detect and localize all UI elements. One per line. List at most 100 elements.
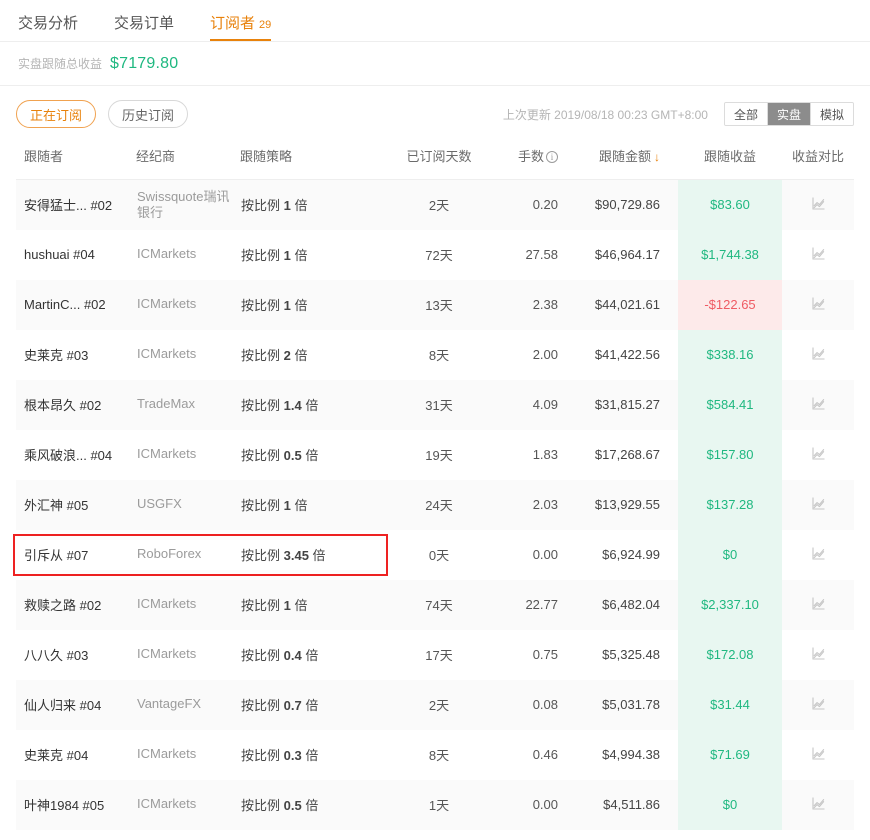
cell-profit-comparison[interactable] [782, 329, 854, 380]
cell-follower[interactable]: 八八久 #03 [16, 629, 136, 680]
line-chart-icon[interactable] [811, 546, 826, 564]
cell-subscribed-days: 8天 [388, 729, 490, 780]
line-chart-icon[interactable] [811, 246, 826, 264]
table-row[interactable]: 史莱克 #04 ICMarkets 按比例 0.3 倍 8天 0.46 $4,994.38… [16, 729, 854, 780]
cell-follow-amount: $6,924.99 [568, 529, 678, 580]
header-subscribed-days[interactable]: 已订阅天数 [388, 142, 490, 180]
table-row[interactable]: hushuai #04 ICMarkets 按比例 1 倍 72天 27.58 $46,9… [16, 229, 854, 280]
total-profit-label: 实盘跟随总收益 [18, 57, 103, 71]
info-icon[interactable]: i [546, 151, 558, 163]
cell-follow-amount: $4,994.38 [568, 729, 678, 780]
line-chart-icon[interactable] [811, 596, 826, 614]
cell-follow-profit: $172.08 [678, 629, 782, 680]
line-chart-icon[interactable] [811, 646, 826, 664]
tab-trade-analysis[interactable]: 交易分析 [18, 16, 78, 41]
subscribers-table: 跟随者 经纪商 跟随策略 已订阅天数 手数 i 跟随金额 ↓ 跟随收益 收益对比 安… [16, 142, 854, 830]
cell-follow-amount: $90,729.86 [568, 179, 678, 230]
table-row[interactable]: 叶神1984 #05 ICMarkets 按比例 0.5 倍 1天 0.00 $4,511… [16, 779, 854, 830]
line-chart-icon[interactable] [811, 346, 826, 364]
filter-pill-history-subscriptions[interactable]: 历史订阅 [108, 100, 189, 128]
table-row[interactable]: MartinC... #02 ICMarkets 按比例 1 倍 13天 2.38 $44… [16, 279, 854, 330]
cell-follower[interactable]: 乘风破浪... #04 [16, 429, 136, 480]
cell-profit-comparison[interactable] [782, 229, 854, 280]
line-chart-icon[interactable] [811, 796, 826, 814]
line-chart-icon[interactable] [811, 396, 826, 414]
cell-follower[interactable]: 引斥从 #07 [16, 529, 136, 580]
table-row[interactable]: 引斥从 #07 RoboForex 按比例 3.45 倍 0天 0.00 $6,924.9… [16, 529, 854, 580]
cell-profit-comparison[interactable] [782, 429, 854, 480]
cell-follow-profit: -$122.65 [678, 279, 782, 330]
segment-live[interactable]: 实盘 [767, 103, 811, 125]
cell-broker: USGFX [136, 479, 240, 530]
cell-follower[interactable]: MartinC... #02 [16, 279, 136, 330]
cell-follower[interactable]: 史莱克 #03 [16, 329, 136, 380]
line-chart-icon[interactable] [811, 496, 826, 514]
cell-follower[interactable]: 仙人归来 #04 [16, 679, 136, 730]
line-chart-icon[interactable] [811, 696, 826, 714]
header-broker[interactable]: 经纪商 [136, 142, 240, 180]
cell-broker: ICMarkets [136, 229, 240, 280]
cell-follower[interactable]: 叶神1984 #05 [16, 779, 136, 830]
line-chart-icon[interactable] [811, 446, 826, 464]
header-follower[interactable]: 跟随者 [16, 142, 136, 180]
header-follow-profit[interactable]: 跟随收益 [678, 142, 782, 180]
line-chart-icon[interactable] [811, 196, 826, 214]
cell-follow-amount: $44,021.61 [568, 279, 678, 330]
header-lots-label: 手数 [517, 149, 544, 164]
cell-strategy: 按比例 0.5 倍 [240, 429, 388, 480]
cell-profit-comparison[interactable] [782, 579, 854, 630]
filter-pill-active-subscriptions[interactable]: 正在订阅 [16, 100, 97, 128]
cell-broker: Swissquote瑞讯银行 [136, 179, 240, 230]
cell-follow-amount: $13,929.55 [568, 479, 678, 530]
header-strategy[interactable]: 跟随策略 [240, 142, 388, 180]
cell-follower[interactable]: 根本昂久 #02 [16, 379, 136, 430]
table-row[interactable]: 安得猛士... #02 Swissquote瑞讯银行 按比例 1 倍 2天 0.20 $9… [16, 179, 854, 230]
table-row[interactable]: 八八久 #03 ICMarkets 按比例 0.4 倍 17天 0.75 $5,325.4… [16, 629, 854, 680]
cell-profit-comparison[interactable] [782, 629, 854, 680]
cell-follower[interactable]: 外汇神 #05 [16, 479, 136, 530]
cell-profit-comparison[interactable] [782, 529, 854, 580]
cell-strategy: 按比例 0.5 倍 [240, 779, 388, 830]
cell-follow-amount: $31,815.27 [568, 379, 678, 430]
tab-subscribers-count: 29 [259, 19, 272, 31]
table-row[interactable]: 史莱克 #03 ICMarkets 按比例 2 倍 8天 2.00 $41,422.56 $… [16, 329, 854, 380]
cell-subscribed-days: 2天 [388, 679, 490, 730]
table-row[interactable]: 救赎之路 #02 ICMarkets 按比例 1 倍 74天 22.77 $6,482.0… [16, 579, 854, 630]
cell-follower[interactable]: 救赎之路 #02 [16, 579, 136, 630]
cell-profit-comparison[interactable] [782, 479, 854, 530]
sort-descending-icon[interactable]: ↓ [654, 150, 660, 164]
table-row[interactable]: 乘风破浪... #04 ICMarkets 按比例 0.5 倍 19天 1.83 $17,… [16, 429, 854, 480]
cell-profit-comparison[interactable] [782, 379, 854, 430]
cell-follower[interactable]: hushuai #04 [16, 229, 136, 280]
cell-profit-comparison[interactable] [782, 679, 854, 730]
table-row[interactable]: 外汇神 #05 USGFX 按比例 1 倍 24天 2.03 $13,929.55 $137… [16, 479, 854, 530]
table-head: 跟随者 经纪商 跟随策略 已订阅天数 手数 i 跟随金额 ↓ 跟随收益 收益对比 [16, 142, 854, 180]
header-follow-amount[interactable]: 跟随金额 ↓ [568, 142, 678, 180]
tab-subscribers[interactable]: 订阅者 29 [210, 16, 272, 41]
segment-all[interactable]: 全部 [724, 103, 768, 125]
tab-trade-orders[interactable]: 交易订单 [114, 16, 174, 41]
cell-follow-profit: $83.60 [678, 179, 782, 230]
header-profit-comparison[interactable]: 收益对比 [782, 142, 854, 180]
line-chart-icon[interactable] [811, 746, 826, 764]
cell-strategy: 按比例 1 倍 [240, 229, 388, 280]
cell-follower[interactable]: 史莱克 #04 [16, 729, 136, 780]
table-row[interactable]: 根本昂久 #02 TradeMax 按比例 1.4 倍 31天 4.09 $31,815.… [16, 379, 854, 430]
cell-strategy: 按比例 0.3 倍 [240, 729, 388, 780]
cell-lots: 2.38 [490, 279, 568, 330]
cell-profit-comparison[interactable] [782, 779, 854, 830]
header-lots[interactable]: 手数 i [490, 142, 568, 180]
table-row[interactable]: 仙人归来 #04 VantageFX 按比例 0.7 倍 2天 0.08 $5,031.7… [16, 679, 854, 730]
cell-profit-comparison[interactable] [782, 729, 854, 780]
cell-follow-amount: $4,511.86 [568, 779, 678, 830]
line-chart-icon[interactable] [811, 296, 826, 314]
header-follow-amount-label: 跟随金额 [598, 149, 651, 164]
cell-subscribed-days: 0天 [388, 529, 490, 580]
cell-follow-profit: $0 [678, 779, 782, 830]
segment-demo[interactable]: 模拟 [810, 103, 853, 125]
cell-profit-comparison[interactable] [782, 179, 854, 230]
cell-follow-profit: $2,337.10 [678, 579, 782, 630]
cell-follower[interactable]: 安得猛士... #02 [16, 179, 136, 230]
cell-profit-comparison[interactable] [782, 279, 854, 330]
account-type-segmented-control: 全部 实盘 模拟 [723, 102, 854, 126]
